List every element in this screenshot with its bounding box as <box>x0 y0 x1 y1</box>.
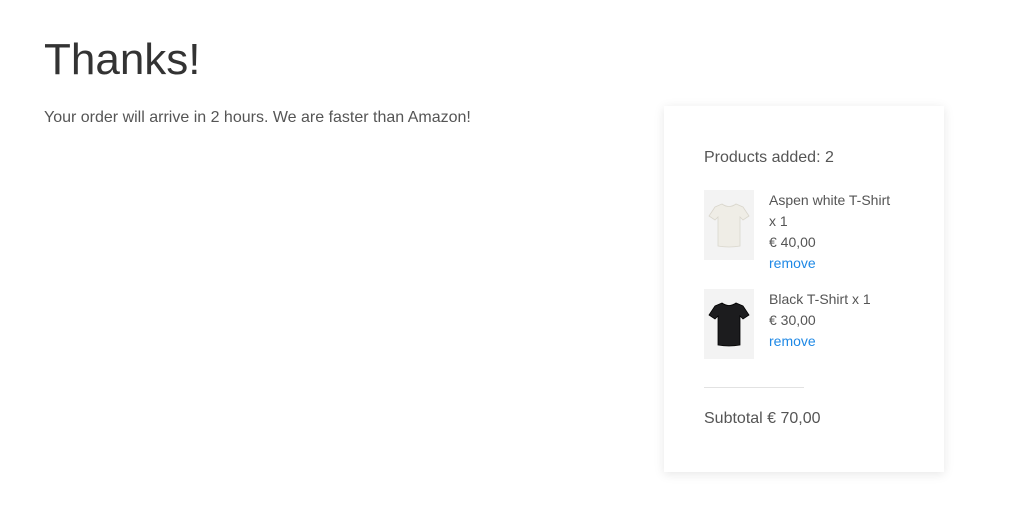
product-name: Black T-Shirt x 1 <box>769 291 871 307</box>
cart-subtotal: Subtotal € 70,00 <box>704 410 821 427</box>
page-title: Thanks! <box>44 35 201 84</box>
product-price: € 40,00 <box>769 234 816 250</box>
remove-item-link[interactable]: remove <box>769 253 894 274</box>
product-price: € 30,00 <box>769 312 816 328</box>
black-tshirt-icon <box>708 302 750 347</box>
products-added-count: Products added: 2 <box>704 149 834 166</box>
product-name: Aspen white T-Shirt x 1 <box>769 192 891 229</box>
divider <box>704 387 804 388</box>
product-thumbnail <box>704 289 754 359</box>
order-confirmation-page: Thanks! Your order will arrive in 2 hour… <box>0 0 1024 522</box>
remove-item-link[interactable]: remove <box>769 331 894 352</box>
order-message: Your order will arrive in 2 hours. We ar… <box>44 109 471 126</box>
cart-summary: Products added: 2 Aspen white T-Shirt x … <box>664 106 944 472</box>
white-tshirt-icon <box>708 203 750 248</box>
product-thumbnail <box>704 190 754 260</box>
